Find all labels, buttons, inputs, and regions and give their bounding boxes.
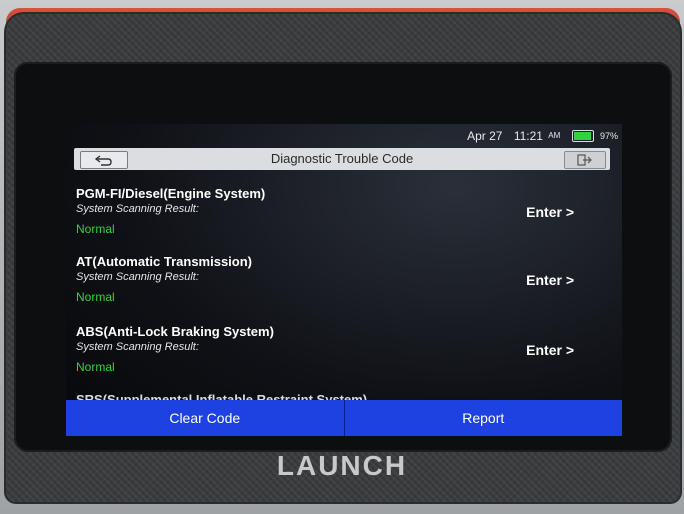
system-item-transmission[interactable]: AT(Automatic Transmission) System Scanni… xyxy=(76,254,612,320)
clear-code-button[interactable]: Clear Code xyxy=(66,400,344,436)
system-name: AT(Automatic Transmission) xyxy=(76,254,253,269)
system-status: Normal xyxy=(76,360,115,374)
title-bar: Diagnostic Trouble Code xyxy=(74,148,610,170)
exit-icon xyxy=(577,154,592,166)
report-button[interactable]: Report xyxy=(345,400,623,436)
system-name: PGM-FI/Diesel(Engine System) xyxy=(76,186,266,201)
system-item-abs[interactable]: ABS(Anti-Lock Braking System) System Sca… xyxy=(76,324,612,390)
brand-logo: LAUNCH xyxy=(276,450,408,481)
status-ampm: AM xyxy=(548,131,561,141)
system-scan-label: System Scanning Result: xyxy=(76,341,199,353)
enter-button[interactable]: Enter > xyxy=(526,204,574,220)
system-status: Normal xyxy=(76,222,115,236)
status-date: Apr 27 xyxy=(467,128,503,143)
system-scan-label: System Scanning Result: xyxy=(76,203,199,215)
system-item-engine[interactable]: PGM-FI/Diesel(Engine System) System Scan… xyxy=(76,186,612,252)
bottom-action-bar: Clear Code Report xyxy=(66,400,622,436)
status-time: 11:21 xyxy=(513,128,543,143)
exit-button[interactable] xyxy=(564,151,606,169)
enter-button[interactable]: Enter > xyxy=(526,272,574,288)
system-status: Normal xyxy=(76,290,115,304)
system-scan-label: System Scanning Result: xyxy=(76,271,199,283)
status-bar: Apr 27 11:21 AM 97% xyxy=(66,128,618,146)
battery-icon xyxy=(571,129,594,142)
system-name: ABS(Anti-Lock Braking System) xyxy=(76,324,274,339)
page-title: Diagnostic Trouble Code xyxy=(270,151,414,166)
enter-button[interactable]: Enter > xyxy=(526,342,574,358)
screen: Apr 27 11:21 AM 97% Diagnostic Trouble C… xyxy=(66,124,622,436)
battery-percent: 97% xyxy=(599,130,618,141)
